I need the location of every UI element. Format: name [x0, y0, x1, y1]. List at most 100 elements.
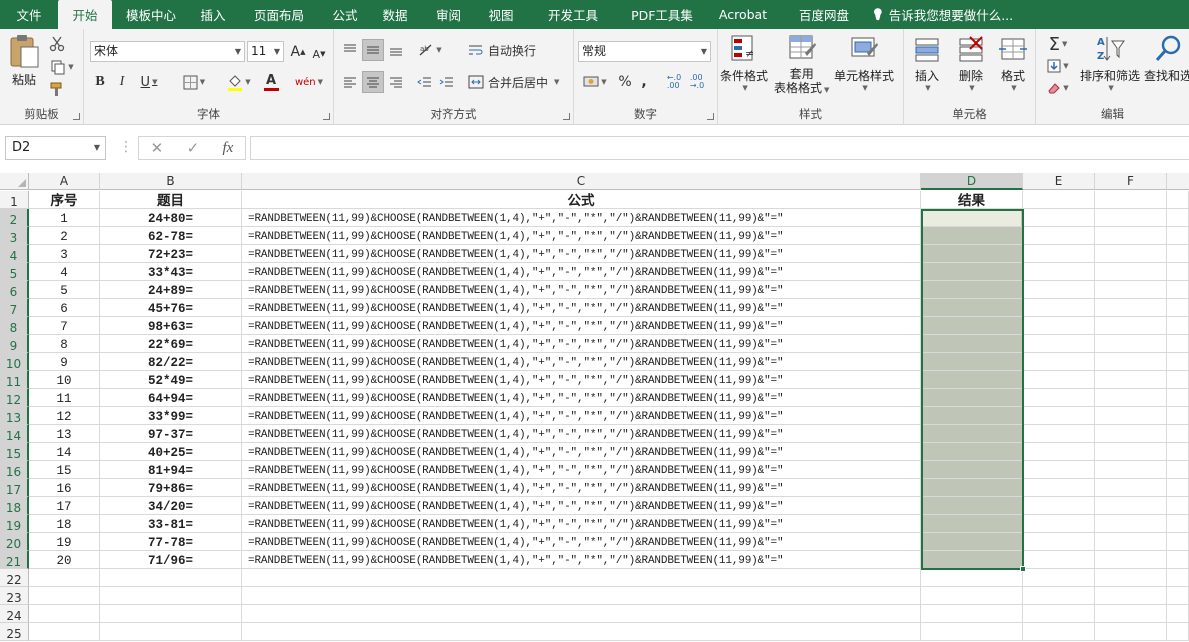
percent-button[interactable]: % — [616, 71, 634, 93]
row-header[interactable]: 4 — [0, 245, 29, 263]
cell[interactable] — [29, 605, 100, 623]
cell-formula[interactable]: =RANDBETWEEN(11,99)&CHOOSE(RANDBETWEEN(1… — [242, 263, 921, 281]
formula-input[interactable] — [250, 136, 1189, 160]
increase-indent-button[interactable] — [436, 71, 456, 93]
cell[interactable] — [1023, 533, 1095, 551]
cell[interactable] — [1023, 353, 1095, 371]
cut-button[interactable] — [48, 35, 66, 53]
format-as-table-button[interactable]: 套用 表格格式 ▼ — [774, 33, 829, 97]
cell[interactable] — [1167, 407, 1189, 425]
autosum-button[interactable]: Σ ▼ — [1042, 33, 1074, 55]
insert-cells-button[interactable]: 插入 ▼ — [912, 33, 942, 92]
cell-formula[interactable]: =RANDBETWEEN(11,99)&CHOOSE(RANDBETWEEN(1… — [242, 497, 921, 515]
cell[interactable] — [1167, 245, 1189, 263]
cell[interactable] — [1167, 443, 1189, 461]
cell[interactable] — [1095, 407, 1167, 425]
cell[interactable] — [29, 623, 100, 641]
delete-cells-button[interactable]: 删除 ▼ — [956, 33, 986, 92]
cell-seq[interactable]: 18 — [29, 515, 100, 533]
cell[interactable] — [1167, 515, 1189, 533]
cell[interactable] — [1095, 191, 1167, 209]
align-bottom-button[interactable] — [386, 39, 406, 61]
cell-seq[interactable]: 10 — [29, 371, 100, 389]
cell[interactable] — [100, 605, 242, 623]
cell[interactable] — [1095, 353, 1167, 371]
cell-question[interactable]: 45+76= — [100, 299, 242, 317]
cell-formula[interactable]: =RANDBETWEEN(11,99)&CHOOSE(RANDBETWEEN(1… — [242, 335, 921, 353]
cell[interactable] — [1023, 281, 1095, 299]
column-header-c[interactable]: C — [242, 173, 921, 190]
align-left-button[interactable] — [340, 71, 360, 93]
cell[interactable] — [1095, 299, 1167, 317]
cell-seq[interactable]: 13 — [29, 425, 100, 443]
cell[interactable] — [1023, 515, 1095, 533]
cell[interactable] — [1167, 497, 1189, 515]
column-header-b[interactable]: B — [100, 173, 242, 190]
cell-question[interactable]: 40+25= — [100, 443, 242, 461]
cell-question[interactable]: 77-78= — [100, 533, 242, 551]
row-header[interactable]: 22 — [0, 569, 29, 587]
align-middle-button[interactable] — [362, 39, 384, 61]
align-top-button[interactable] — [340, 39, 360, 61]
menu-tab[interactable]: 开始 — [58, 0, 112, 29]
fill-handle[interactable] — [1020, 566, 1026, 572]
clipboard-launcher-icon[interactable] — [73, 113, 80, 120]
cell-question[interactable]: 97-37= — [100, 425, 242, 443]
cell-seq[interactable]: 3 — [29, 245, 100, 263]
cell[interactable] — [1095, 461, 1167, 479]
menu-tab[interactable]: Acrobat — [705, 0, 781, 29]
alignment-launcher-icon[interactable] — [563, 113, 570, 120]
cell-question[interactable]: 33*43= — [100, 263, 242, 281]
cell[interactable] — [1095, 515, 1167, 533]
cell[interactable] — [1095, 389, 1167, 407]
cell[interactable] — [242, 605, 921, 623]
cell[interactable] — [1023, 479, 1095, 497]
select-all-button[interactable] — [0, 173, 29, 190]
cell-seq[interactable]: 5 — [29, 281, 100, 299]
cell[interactable] — [1095, 227, 1167, 245]
menu-tab[interactable]: 文件 — [0, 0, 58, 29]
cell[interactable] — [242, 623, 921, 641]
cell-seq[interactable]: 4 — [29, 263, 100, 281]
cell[interactable] — [1023, 299, 1095, 317]
row-header[interactable]: 2 — [0, 209, 29, 227]
row-header[interactable]: 7 — [0, 299, 29, 317]
cell[interactable] — [1023, 461, 1095, 479]
row-header[interactable]: 13 — [0, 407, 29, 425]
cell-seq[interactable]: 11 — [29, 389, 100, 407]
cell[interactable] — [1095, 281, 1167, 299]
cell-formula[interactable]: =RANDBETWEEN(11,99)&CHOOSE(RANDBETWEEN(1… — [242, 353, 921, 371]
cell[interactable] — [1023, 605, 1095, 623]
cell-styles-button[interactable]: 单元格样式 ▼ — [834, 33, 894, 92]
cell[interactable] — [29, 569, 100, 587]
cell[interactable] — [100, 623, 242, 641]
font-launcher-icon[interactable] — [323, 113, 330, 120]
column-title-d[interactable]: 结果 — [921, 191, 1023, 209]
menu-tab[interactable]: 数据 — [368, 0, 422, 29]
cell[interactable] — [1095, 245, 1167, 263]
cell[interactable] — [1095, 587, 1167, 605]
cell[interactable] — [1167, 623, 1189, 641]
cell[interactable] — [1167, 569, 1189, 587]
italic-button[interactable]: I — [114, 72, 130, 92]
cell[interactable] — [1023, 317, 1095, 335]
column-title-b[interactable]: 题目 — [100, 191, 242, 209]
cell[interactable] — [242, 569, 921, 587]
decrease-decimal-button[interactable]: .00 →.0 — [687, 71, 707, 93]
grow-font-button[interactable]: A ▲ — [289, 42, 307, 62]
clear-button[interactable]: ▼ — [1042, 78, 1074, 98]
cell-seq[interactable]: 9 — [29, 353, 100, 371]
cell[interactable] — [1095, 551, 1167, 569]
format-cells-button[interactable]: 格式 ▼ — [998, 33, 1028, 92]
cell-seq[interactable]: 14 — [29, 443, 100, 461]
cell[interactable] — [1023, 623, 1095, 641]
menu-tab[interactable]: 插入 — [190, 0, 236, 29]
cell[interactable] — [1167, 533, 1189, 551]
cancel-icon[interactable]: ✕ — [151, 139, 164, 157]
borders-button[interactable]: ▼ — [180, 72, 208, 92]
font-name-select[interactable]: 宋体 ▼ — [90, 41, 245, 62]
shrink-font-button[interactable]: A ▼ — [310, 44, 328, 64]
menu-tab[interactable]: 百度网盘 — [781, 0, 867, 29]
column-header-d[interactable]: D — [921, 173, 1023, 190]
align-right-button[interactable] — [386, 71, 406, 93]
